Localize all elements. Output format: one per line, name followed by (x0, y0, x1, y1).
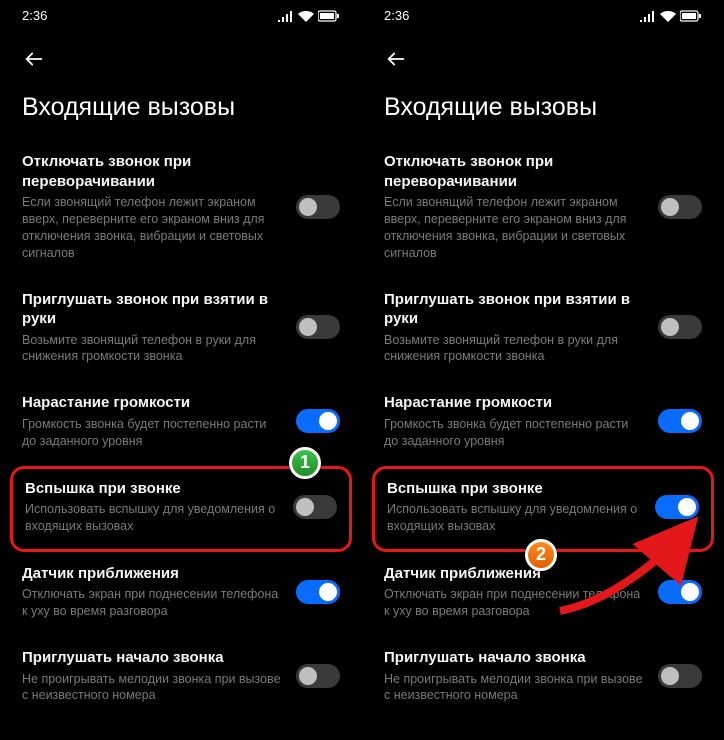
setting-desc: Отключать экран при поднесении телефона … (384, 586, 646, 620)
settings-list: Отключать звонок при переворачивании Есл… (362, 140, 724, 720)
battery-icon (680, 10, 702, 22)
toggle-flash-on-call[interactable] (293, 495, 337, 519)
toggle-pickup-quiet[interactable] (296, 315, 340, 339)
toggle-flash-on-call[interactable] (655, 495, 699, 519)
toggle-mute-start[interactable] (296, 664, 340, 688)
page-title: Входящие вызовы (0, 81, 362, 140)
status-icons (640, 10, 702, 22)
back-button[interactable] (382, 45, 410, 73)
wifi-icon (298, 10, 314, 22)
badge-step-1: 1 (289, 447, 321, 479)
phone-left: 2:36 Входящие вызовы Отключать звонок пр… (0, 0, 362, 740)
setting-flash-on-call[interactable]: Вспышка при звонке Использовать вспышку … (375, 469, 711, 549)
setting-title: Датчик приближения (384, 564, 646, 584)
toggle-pickup-quiet[interactable] (658, 315, 702, 339)
setting-desc: Если звонящий телефон лежит экраном ввер… (384, 194, 646, 262)
setting-title: Приглушать звонок при взятии в руки (22, 290, 284, 329)
setting-flip-mute[interactable]: Отключать звонок при переворачивании Есл… (366, 140, 720, 278)
nav-bar (0, 27, 362, 81)
signal-icon (278, 10, 294, 22)
setting-desc: Использовать вспышку для уведомления о в… (387, 501, 643, 535)
setting-volume-ramp[interactable]: Нарастание громкости Громкость звонка бу… (366, 381, 720, 465)
toggle-volume-ramp[interactable] (658, 409, 702, 433)
setting-desc: Не проигрывать мелодии звонка при вызове… (22, 671, 284, 705)
battery-icon (318, 10, 340, 22)
setting-title: Приглушать начало звонка (384, 648, 646, 668)
setting-desc: Громкость звонка будет постепенно расти … (22, 416, 284, 450)
setting-proximity[interactable]: Датчик приближения Отключать экран при п… (4, 552, 358, 636)
setting-title: Вспышка при звонке (387, 479, 643, 499)
setting-title: Нарастание громкости (22, 393, 284, 413)
highlight-flash-setting: Вспышка при звонке Использовать вспышку … (372, 466, 714, 552)
setting-title: Отключать звонок при переворачивании (22, 152, 284, 191)
status-icons (278, 10, 340, 22)
setting-flash-on-call[interactable]: Вспышка при звонке Использовать вспышку … (13, 469, 349, 549)
phone-right: 2:36 Входящие вызовы Отключать звонок пр… (362, 0, 724, 740)
setting-title: Отключать звонок при переворачивании (384, 152, 646, 191)
setting-desc: Если звонящий телефон лежит экраном ввер… (22, 194, 284, 262)
toggle-flip-mute[interactable] (658, 195, 702, 219)
statusbar: 2:36 (0, 0, 362, 27)
setting-pickup-quiet[interactable]: Приглушать звонок при взятии в руки Возь… (366, 278, 720, 382)
settings-list: Отключать звонок при переворачивании Есл… (0, 140, 362, 720)
setting-desc: Использовать вспышку для уведомления о в… (25, 501, 281, 535)
toggle-flip-mute[interactable] (296, 195, 340, 219)
setting-desc: Не проигрывать мелодии звонка при вызове… (384, 671, 646, 705)
page-title: Входящие вызовы (362, 81, 724, 140)
wifi-icon (660, 10, 676, 22)
setting-title: Приглушать звонок при взятии в руки (384, 290, 646, 329)
setting-desc: Громкость звонка будет постепенно расти … (384, 416, 646, 450)
setting-title: Приглушать начало звонка (22, 648, 284, 668)
setting-title: Вспышка при звонке (25, 479, 281, 499)
arrow-left-icon (385, 48, 407, 70)
highlight-flash-setting: 1 Вспышка при звонке Использовать вспышк… (10, 466, 352, 552)
setting-title: Нарастание громкости (384, 393, 646, 413)
toggle-mute-start[interactable] (658, 664, 702, 688)
setting-flip-mute[interactable]: Отключать звонок при переворачивании Есл… (4, 140, 358, 278)
setting-mute-start[interactable]: Приглушать начало звонка Не проигрывать … (4, 636, 358, 720)
setting-title: Датчик приближения (22, 564, 284, 584)
setting-desc: Возьмите звонящий телефон в руки для сни… (384, 332, 646, 366)
status-time: 2:36 (22, 8, 47, 23)
statusbar: 2:36 (362, 0, 724, 27)
nav-bar (362, 27, 724, 81)
setting-desc: Отключать экран при поднесении телефона … (22, 586, 284, 620)
setting-mute-start[interactable]: Приглушать начало звонка Не проигрывать … (366, 636, 720, 720)
back-button[interactable] (20, 45, 48, 73)
toggle-proximity[interactable] (658, 580, 702, 604)
setting-desc: Возьмите звонящий телефон в руки для сни… (22, 332, 284, 366)
arrow-left-icon (23, 48, 45, 70)
setting-pickup-quiet[interactable]: Приглушать звонок при взятии в руки Возь… (4, 278, 358, 382)
toggle-volume-ramp[interactable] (296, 409, 340, 433)
toggle-proximity[interactable] (296, 580, 340, 604)
status-time: 2:36 (384, 8, 409, 23)
signal-icon (640, 10, 656, 22)
badge-step-2: 2 (525, 539, 557, 571)
